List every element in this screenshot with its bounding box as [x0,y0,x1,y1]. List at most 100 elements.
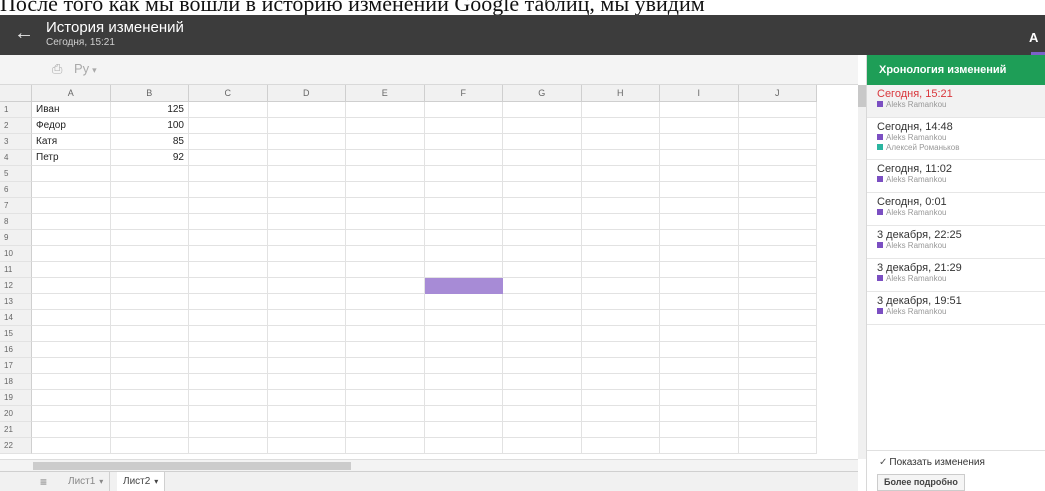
row-header-14[interactable]: 14 [0,310,32,326]
cell-c15[interactable] [189,326,268,342]
cell-h20[interactable] [581,406,660,422]
cell-f4[interactable] [424,150,503,166]
row-header-10[interactable]: 10 [0,246,32,262]
cell-d5[interactable] [267,166,346,182]
account-avatar[interactable]: A [1029,30,1045,54]
back-arrow-icon[interactable]: ← [14,22,34,44]
row-header-15[interactable]: 15 [0,326,32,342]
cell-b18[interactable] [110,374,189,390]
row-header-21[interactable]: 21 [0,422,32,438]
cell-b8[interactable] [110,214,189,230]
cell-e4[interactable] [346,150,425,166]
cell-f5[interactable] [424,166,503,182]
cell-j1[interactable] [738,102,817,118]
row-header-2[interactable]: 2 [0,118,32,134]
cell-d10[interactable] [267,246,346,262]
sheet-tab-2[interactable]: Лист2 ▾ [117,472,166,491]
cell-h18[interactable] [581,374,660,390]
cell-b7[interactable] [110,198,189,214]
cell-j19[interactable] [738,390,817,406]
cell-g5[interactable] [503,166,582,182]
cell-f14[interactable] [424,310,503,326]
cell-e1[interactable] [346,102,425,118]
cell-c5[interactable] [189,166,268,182]
cell-b3[interactable]: 85 [110,134,189,150]
cell-e17[interactable] [346,358,425,374]
cell-d3[interactable] [267,134,346,150]
cell-e10[interactable] [346,246,425,262]
cell-f13[interactable] [424,294,503,310]
cell-f11[interactable] [424,262,503,278]
font-dropdown[interactable]: Ру ▾ [74,61,97,76]
cell-g13[interactable] [503,294,582,310]
row-header-8[interactable]: 8 [0,214,32,230]
cell-c16[interactable] [189,342,268,358]
cell-j2[interactable] [738,118,817,134]
cell-b4[interactable]: 92 [110,150,189,166]
cell-i13[interactable] [660,294,739,310]
cell-g17[interactable] [503,358,582,374]
cell-g4[interactable] [503,150,582,166]
cell-b19[interactable] [110,390,189,406]
cell-i21[interactable] [660,422,739,438]
cell-i4[interactable] [660,150,739,166]
cell-g22[interactable] [503,438,582,454]
cell-e13[interactable] [346,294,425,310]
cell-g19[interactable] [503,390,582,406]
cell-a16[interactable] [32,342,111,358]
cell-j12[interactable] [738,278,817,294]
cell-c10[interactable] [189,246,268,262]
cell-f2[interactable] [424,118,503,134]
column-header-j[interactable]: J [738,85,817,102]
cell-d4[interactable] [267,150,346,166]
cell-b22[interactable] [110,438,189,454]
horizontal-scrollbar-thumb[interactable] [33,462,351,470]
cell-b14[interactable] [110,310,189,326]
cell-g3[interactable] [503,134,582,150]
cell-d21[interactable] [267,422,346,438]
cell-d22[interactable] [267,438,346,454]
cell-j8[interactable] [738,214,817,230]
cell-f6[interactable] [424,182,503,198]
cell-i20[interactable] [660,406,739,422]
cell-a14[interactable] [32,310,111,326]
cell-i7[interactable] [660,198,739,214]
cell-i5[interactable] [660,166,739,182]
cell-a4[interactable]: Петр [32,150,111,166]
cell-f20[interactable] [424,406,503,422]
cell-g18[interactable] [503,374,582,390]
cell-d6[interactable] [267,182,346,198]
column-header-d[interactable]: D [267,85,346,102]
cell-d1[interactable] [267,102,346,118]
cell-h4[interactable] [581,150,660,166]
cell-c18[interactable] [189,374,268,390]
vertical-scrollbar-thumb[interactable] [858,85,866,107]
cell-c12[interactable] [189,278,268,294]
cell-b20[interactable] [110,406,189,422]
chevron-down-icon[interactable]: ▾ [99,477,103,486]
cell-e11[interactable] [346,262,425,278]
row-header-5[interactable]: 5 [0,166,32,182]
cell-g1[interactable] [503,102,582,118]
cell-h15[interactable] [581,326,660,342]
cell-h8[interactable] [581,214,660,230]
vertical-scrollbar[interactable] [858,85,866,459]
cell-a5[interactable] [32,166,111,182]
cell-d19[interactable] [267,390,346,406]
cell-a8[interactable] [32,214,111,230]
row-header-18[interactable]: 18 [0,374,32,390]
cell-h9[interactable] [581,230,660,246]
cell-d15[interactable] [267,326,346,342]
cell-d17[interactable] [267,358,346,374]
cell-c20[interactable] [189,406,268,422]
cell-e12[interactable] [346,278,425,294]
cell-a15[interactable] [32,326,111,342]
cell-j16[interactable] [738,342,817,358]
cell-f1[interactable] [424,102,503,118]
cell-a13[interactable] [32,294,111,310]
cell-c1[interactable] [189,102,268,118]
cell-a7[interactable] [32,198,111,214]
cell-j14[interactable] [738,310,817,326]
print-icon[interactable]: ⎙ [52,62,66,76]
chevron-down-icon[interactable]: ▾ [154,477,158,486]
